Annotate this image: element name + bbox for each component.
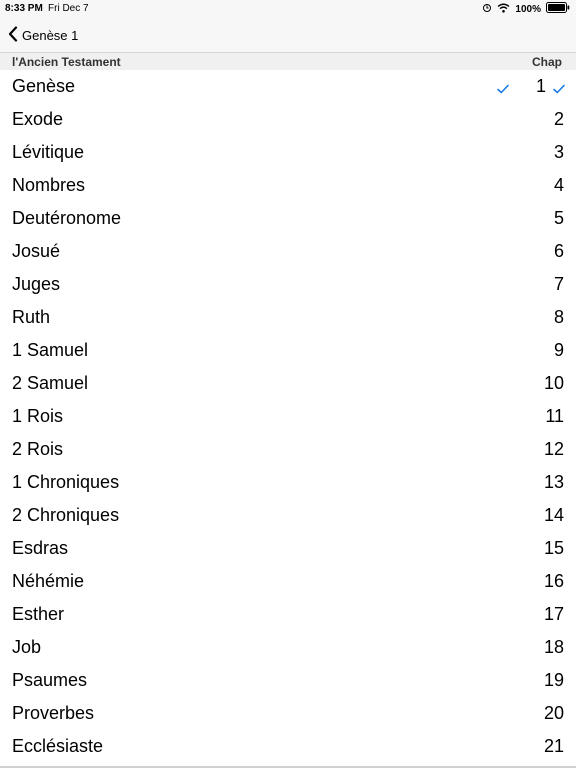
- book-row[interactable]: 1 Rois 11: [0, 400, 576, 433]
- checkmark-icon: [497, 81, 509, 99]
- book-row[interactable]: Ecclésiaste 21: [0, 730, 576, 763]
- book-row[interactable]: Ruth 8: [0, 301, 576, 334]
- chapter-number: 17: [543, 604, 564, 624]
- book-row[interactable]: 1 Samuel 9: [0, 334, 576, 367]
- book-name: Job: [12, 637, 42, 657]
- book-row[interactable]: Deutéronome 5: [0, 202, 576, 235]
- book-name: Juges: [12, 274, 61, 294]
- battery-charging-icon: [482, 3, 492, 16]
- book-row[interactable]: Esdras 15: [0, 532, 576, 565]
- chapter-number: 1: [535, 76, 546, 96]
- status-time: 8:33 PM: [5, 3, 43, 14]
- book-row[interactable]: Exode 2: [0, 103, 576, 136]
- book-row[interactable]: Psaumes 19: [0, 664, 576, 697]
- book-name: Ecclésiaste: [12, 736, 104, 756]
- section-header: l'Ancien Testament Chap: [0, 52, 576, 70]
- book-row[interactable]: Job 18: [0, 631, 576, 664]
- chapter-number: 6: [553, 241, 564, 261]
- checkmark-icon: [553, 81, 565, 99]
- book-row[interactable]: Juges 7: [0, 268, 576, 301]
- book-name: Josué: [12, 241, 61, 261]
- book-name: Exode: [12, 109, 64, 129]
- chapter-number: 20: [543, 703, 564, 723]
- status-indicators: 100%: [482, 2, 570, 16]
- chapter-number: 7: [553, 274, 564, 294]
- chapter-number: 11: [545, 406, 564, 426]
- section-title: l'Ancien Testament: [12, 55, 121, 69]
- book-row[interactable]: Proverbes 20: [0, 697, 576, 730]
- book-row[interactable]: 2 Samuel 10: [0, 367, 576, 400]
- chapter-number: 16: [543, 571, 564, 591]
- book-name: Esdras: [12, 538, 69, 558]
- chapter-number: 15: [543, 538, 564, 558]
- book-name: Proverbes: [12, 703, 95, 723]
- book-name: Ruth: [12, 307, 51, 327]
- book-name: 1 Samuel: [12, 340, 89, 360]
- book-name: Esther: [12, 604, 65, 624]
- status-date: Fri Dec 7: [48, 3, 89, 14]
- status-bar: 8:33 PM Fri Dec 7 100%: [0, 0, 576, 18]
- chapter-number: 19: [543, 670, 564, 690]
- battery-percentage: 100%: [515, 3, 541, 15]
- chapter-number: 18: [543, 637, 564, 657]
- back-button-label: Genèse 1: [22, 27, 79, 43]
- book-name: 2 Chroniques: [12, 505, 120, 525]
- chapter-number: 8: [553, 307, 564, 327]
- book-name: Deutéronome: [12, 208, 122, 228]
- chapter-number: 14: [543, 505, 564, 525]
- book-name: Psaumes: [12, 670, 88, 690]
- chapter-number: 12: [543, 439, 564, 459]
- book-name: 1 Chroniques: [12, 472, 120, 492]
- book-row[interactable]: Nombres 4: [0, 169, 576, 202]
- chapter-column-header: Chap: [532, 55, 562, 69]
- navigation-bar: Genèse 1: [0, 18, 576, 52]
- book-row[interactable]: Esther 17: [0, 598, 576, 631]
- wifi-icon: [497, 3, 510, 16]
- chevron-left-icon: [8, 25, 18, 45]
- chapter-number: 2: [553, 109, 564, 129]
- book-name: Genèse: [12, 76, 76, 96]
- book-name: 2 Samuel: [12, 373, 89, 393]
- chapter-number: 9: [553, 340, 564, 360]
- book-row[interactable]: 2 Rois 12: [0, 433, 576, 466]
- book-name: 2 Rois: [12, 439, 64, 459]
- book-name: Lévitique: [12, 142, 85, 162]
- battery-icon: [546, 2, 570, 16]
- chapter-number: 5: [553, 208, 564, 228]
- book-row-genese[interactable]: Genèse 1: [0, 70, 576, 103]
- book-row[interactable]: Josué 6: [0, 235, 576, 268]
- chapter-number: 3: [553, 142, 564, 162]
- book-list: Genèse 1 Exode 2 Lévitique 3 Nombres 4 D…: [0, 70, 576, 763]
- book-row[interactable]: 2 Chroniques 14: [0, 499, 576, 532]
- chapter-number: 10: [543, 373, 564, 393]
- chapter-number: 13: [543, 472, 564, 492]
- chapter-number: 21: [543, 736, 564, 756]
- chapter-number: 4: [553, 175, 564, 195]
- book-row[interactable]: Néhémie 16: [0, 565, 576, 598]
- back-button[interactable]: Genèse 1: [8, 24, 78, 46]
- book-name: Nombres: [12, 175, 86, 195]
- book-name: 1 Rois: [12, 406, 64, 426]
- book-row[interactable]: Lévitique 3: [0, 136, 576, 169]
- book-name: Néhémie: [12, 571, 85, 591]
- book-row[interactable]: 1 Chroniques 13: [0, 466, 576, 499]
